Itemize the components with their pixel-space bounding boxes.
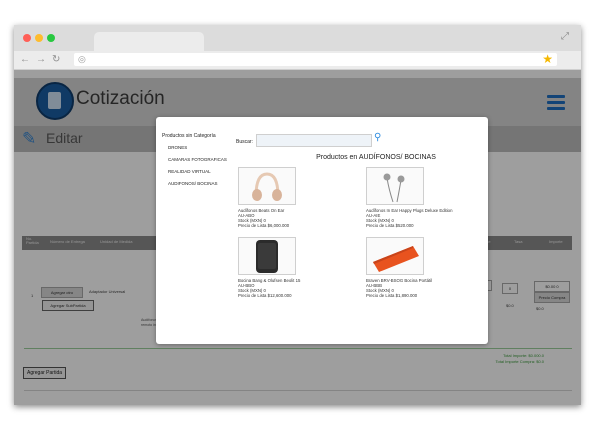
product-card[interactable]: Braven BRV-BSOG Bocina Portátil AU-BBB S… bbox=[366, 237, 496, 298]
maximize-window-button[interactable] bbox=[47, 34, 55, 42]
forward-arrow-icon[interactable]: → bbox=[36, 54, 46, 66]
products-heading: Productos en AUDÍFONOS/ BOCINAS bbox=[316, 154, 436, 161]
portable-speaker-image bbox=[366, 237, 424, 275]
category-realidad-virtual[interactable]: REALIDAD VIRTUAL bbox=[168, 169, 237, 174]
product-picker-modal: Productos sin Categoría DRONES CAMARAS F… bbox=[156, 117, 488, 344]
search-icon[interactable]: ⚲ bbox=[374, 132, 381, 143]
product-price: Precio de Lista $1,890.000 bbox=[366, 293, 418, 298]
product-price: Precio de Lista $520.000 bbox=[366, 223, 414, 228]
speaker-image bbox=[238, 237, 296, 275]
address-bar[interactable]: ◎ ★ bbox=[74, 52, 557, 66]
browser-tab[interactable] bbox=[94, 32, 204, 51]
search-input[interactable] bbox=[256, 134, 372, 147]
reload-icon[interactable]: ↻ bbox=[52, 54, 60, 66]
browser-toolbar: ← → ↻ ◎ ★ bbox=[14, 51, 581, 70]
fullscreen-icon[interactable]: ⤢ bbox=[561, 31, 569, 42]
headphones-image bbox=[238, 167, 296, 205]
product-card[interactable]: Audífonos In Ear Happy Plugs Deluxe Edit… bbox=[366, 167, 496, 228]
product-price: Precio de Lista $6,000.000 bbox=[238, 223, 290, 228]
category-title: Productos sin Categoría bbox=[162, 133, 216, 139]
category-camaras[interactable]: CAMARAS FOTOGRAFICAS bbox=[168, 157, 237, 162]
category-audifonos[interactable]: AUDIFONOS/ BOCINAS bbox=[168, 181, 237, 186]
search-label: Buscar: bbox=[236, 139, 253, 145]
star-icon[interactable]: ★ bbox=[542, 52, 553, 66]
product-card[interactable]: Bocina Bang & Olufsen Beolit 15 AU-BBO S… bbox=[238, 237, 368, 298]
product-card[interactable]: Audífonos Beats On Ear AU-ABO Stock (MXN… bbox=[238, 167, 368, 228]
globe-icon: ◎ bbox=[78, 54, 86, 64]
title-bar: ⤢ bbox=[14, 25, 581, 51]
category-drones[interactable]: DRONES bbox=[168, 145, 237, 150]
earbuds-image bbox=[366, 167, 424, 205]
browser-window: ⤢ ← → ↻ ◎ ★ Cotización ✎ Editar No. Part… bbox=[14, 25, 581, 405]
close-window-button[interactable] bbox=[23, 34, 31, 42]
back-arrow-icon[interactable]: ← bbox=[20, 54, 30, 66]
category-list: Productos sin Categoría DRONES CAMARAS F… bbox=[162, 133, 237, 193]
minimize-window-button[interactable] bbox=[35, 34, 43, 42]
product-price: Precio de Lista $12,600.000 bbox=[238, 293, 292, 298]
